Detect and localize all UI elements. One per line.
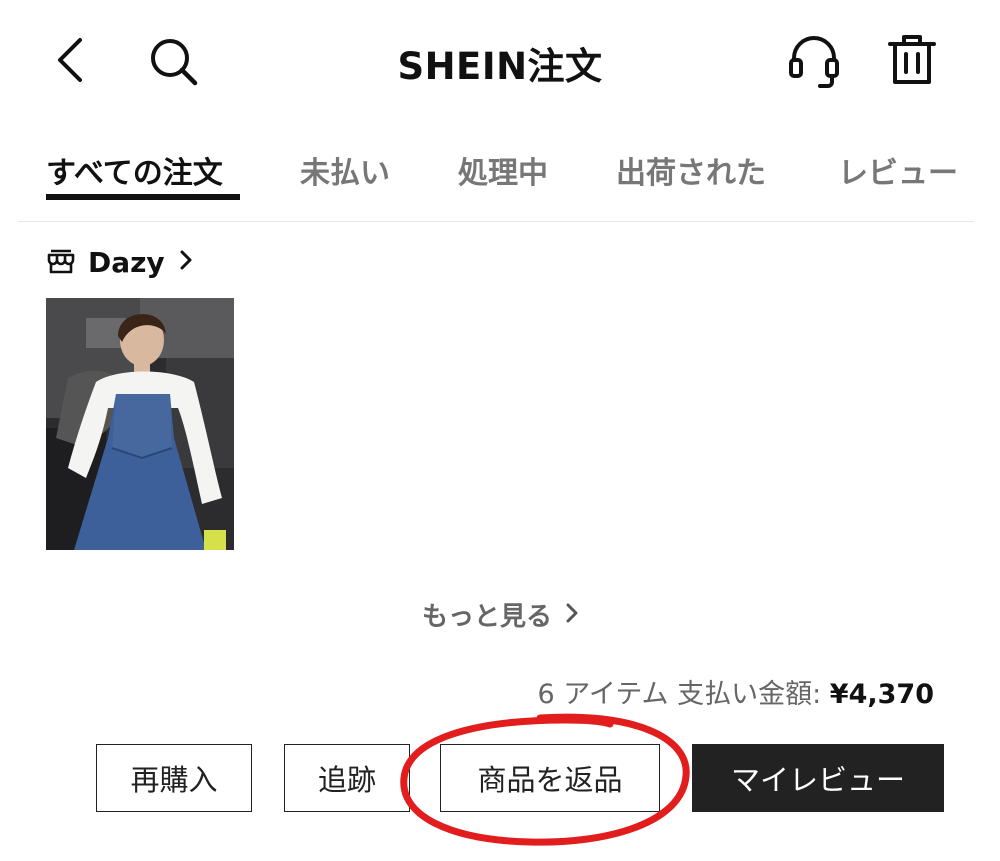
tab-review[interactable]: レビュー — [838, 148, 958, 192]
trash-icon[interactable] — [884, 30, 940, 90]
track-button[interactable]: 追跡 — [284, 744, 410, 812]
page-title: SHEIN注文 — [397, 45, 603, 88]
chevron-right-icon — [179, 249, 193, 275]
item-count-label: 6 アイテム 支払い金額: — [537, 679, 830, 710]
store-icon — [46, 246, 76, 278]
order-summary: 6 アイテム 支払い金額: ¥4,370 — [537, 672, 934, 711]
repurchase-button[interactable]: 再購入 — [96, 744, 252, 812]
search-icon[interactable] — [146, 34, 202, 90]
chevron-right-icon — [566, 603, 578, 627]
product-image[interactable] — [46, 298, 234, 550]
back-icon[interactable] — [48, 34, 92, 86]
return-item-button[interactable]: 商品を返品 — [440, 744, 660, 812]
tab-unpaid[interactable]: 未払い — [300, 148, 390, 192]
store-link[interactable]: Dazy — [46, 242, 193, 282]
my-review-button[interactable]: マイレビュー — [692, 744, 944, 812]
tab-shipped[interactable]: 出荷された — [616, 148, 766, 192]
header: SHEIN注文 — [0, 0, 1000, 120]
see-more-label: もっと見る — [421, 602, 552, 632]
active-tab-indicator — [46, 194, 240, 200]
store-name: Dazy — [88, 245, 165, 279]
tab-processing[interactable]: 処理中 — [458, 148, 548, 192]
order-tabs: すべての注文 未払い 処理中 出荷された レビュー — [18, 140, 974, 222]
headset-icon[interactable] — [786, 32, 842, 92]
see-more-link[interactable]: もっと見る — [0, 596, 1000, 633]
tab-all-orders[interactable]: すべての注文 — [46, 148, 223, 192]
order-total: ¥4,370 — [829, 679, 934, 710]
